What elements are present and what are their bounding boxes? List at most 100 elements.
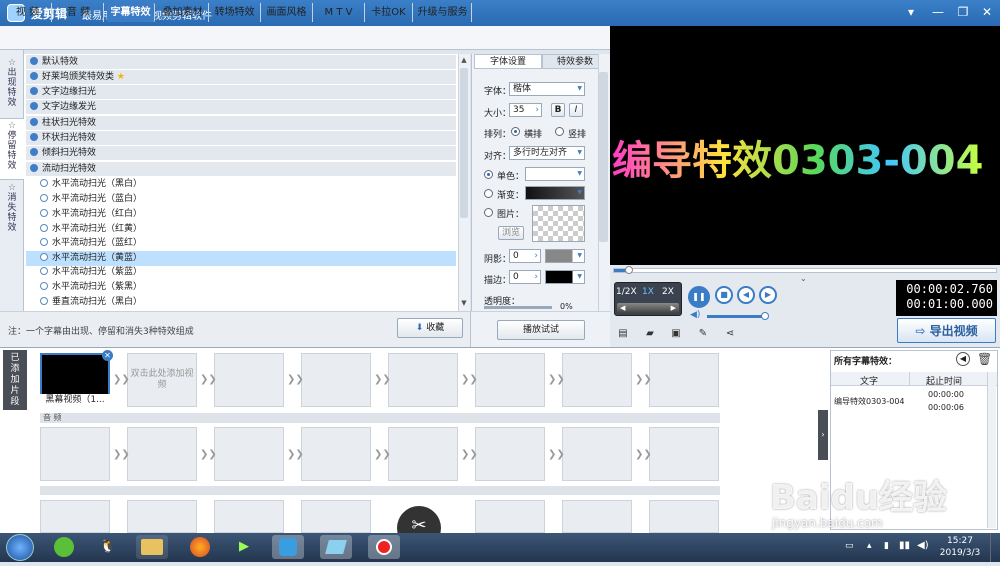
remove-clip-icon[interactable]: ✕: [102, 350, 113, 361]
font-select[interactable]: 楷体: [509, 82, 585, 96]
shadow-stepper[interactable]: 0 ›: [509, 249, 541, 263]
empty-track-slot[interactable]: [40, 500, 110, 533]
bold-button[interactable]: B: [551, 103, 565, 117]
volume-slider[interactable]: [707, 315, 765, 318]
jog-bar[interactable]: ◀ ▶: [617, 303, 679, 313]
firefox-icon[interactable]: [184, 535, 216, 559]
share-icon[interactable]: ⋖: [723, 328, 737, 340]
empty-audio-slot[interactable]: [301, 427, 371, 481]
italic-button[interactable]: I: [569, 103, 583, 117]
image-radio[interactable]: [484, 208, 493, 217]
gradient-radio[interactable]: [484, 189, 493, 198]
transition-arrow-icon[interactable]: ❯❯: [287, 449, 304, 460]
effect-category[interactable]: 好莱坞颁奖特效类 ★: [26, 70, 456, 85]
empty-track-slot[interactable]: [214, 500, 284, 533]
stroke-stepper[interactable]: 0 ›: [509, 270, 541, 284]
collapse-panel-button[interactable]: ›: [818, 410, 828, 460]
tab-overlay[interactable]: 叠加素材: [157, 3, 209, 22]
solid-color-picker[interactable]: [525, 167, 585, 181]
network-icon[interactable]: ▮▮: [899, 540, 910, 551]
aijianji-taskbar-icon[interactable]: [272, 535, 304, 559]
new-project-icon[interactable]: ▤: [616, 328, 630, 340]
subtitle-row-text[interactable]: 编导特效0303-004: [834, 396, 905, 407]
minimize-button[interactable]: —: [927, 3, 949, 21]
close-button[interactable]: ✕: [976, 3, 998, 21]
browse-button[interactable]: 浏览: [498, 226, 524, 240]
save-icon[interactable]: ▣: [669, 328, 683, 340]
speaker-icon[interactable]: ◀): [917, 540, 929, 551]
empty-audio-slot[interactable]: [40, 427, 110, 481]
transition-arrow-icon[interactable]: ❯❯: [635, 374, 652, 385]
effect-category[interactable]: 环状扫光特效: [26, 131, 456, 146]
stroke-color-picker[interactable]: [545, 270, 585, 284]
effect-item[interactable]: 水平流动扫光（红黄）: [26, 222, 456, 237]
empty-clip-slot[interactable]: [301, 353, 371, 407]
speed-2x-button[interactable]: 2X: [662, 287, 674, 297]
subtitle-list-scrollbar[interactable]: [987, 372, 996, 528]
open-folder-icon[interactable]: ▰: [643, 328, 657, 340]
media-player-icon[interactable]: ▶: [228, 535, 260, 559]
stop-button[interactable]: ■: [715, 286, 733, 304]
empty-audio-slot[interactable]: [214, 427, 284, 481]
shadow-color-picker[interactable]: [545, 249, 585, 263]
speed-half-button[interactable]: 1/2X: [616, 287, 637, 297]
transition-arrow-icon[interactable]: ❯❯: [113, 449, 130, 460]
added-clips-tab[interactable]: 已添加片段: [3, 350, 27, 410]
effect-category[interactable]: 文字边缘发光: [26, 100, 456, 115]
seek-bar[interactable]: [613, 268, 997, 273]
effect-category[interactable]: 柱状扫光特效: [26, 116, 456, 131]
edit-icon[interactable]: ✎: [696, 328, 710, 340]
show-desktop-button[interactable]: [990, 533, 1000, 562]
volume-icon[interactable]: ◀): [690, 310, 700, 320]
tab-video[interactable]: 视 频: [4, 3, 52, 22]
transition-arrow-icon[interactable]: ❯❯: [113, 374, 130, 385]
system-clock[interactable]: 15:27 2019/3/3: [935, 535, 985, 559]
start-button[interactable]: [6, 534, 34, 561]
tab-mtv[interactable]: M T V: [313, 3, 365, 22]
transition-arrow-icon[interactable]: ❯❯: [548, 449, 565, 460]
effect-category[interactable]: 倾斜扫光特效: [26, 146, 456, 161]
tab-stay-effects[interactable]: ☆ 停留特效: [0, 118, 24, 180]
tab-subtitle-effects[interactable]: 字幕特效: [107, 3, 155, 22]
speed-1x-button[interactable]: 1X: [642, 287, 654, 297]
export-video-button[interactable]: ⇨ 导出视频: [897, 318, 996, 343]
tab-transition[interactable]: 转场特效: [209, 3, 261, 22]
collect-button[interactable]: ⬇ 收藏: [397, 318, 463, 338]
empty-audio-slot[interactable]: [388, 427, 458, 481]
trash-icon[interactable]: 🗑: [977, 352, 992, 366]
app-window-icon[interactable]: [320, 535, 352, 559]
empty-clip-slot[interactable]: [475, 353, 545, 407]
qq-icon[interactable]: 🐧: [92, 535, 124, 559]
tab-audio[interactable]: 音 频: [54, 3, 104, 22]
empty-track-slot[interactable]: [127, 500, 197, 533]
maximize-button[interactable]: ❐: [952, 3, 974, 21]
transition-arrow-icon[interactable]: ❯❯: [461, 374, 478, 385]
size-stepper[interactable]: 35 ›: [509, 103, 542, 117]
seek-handle[interactable]: [625, 266, 633, 274]
transition-arrow-icon[interactable]: ❯❯: [287, 374, 304, 385]
scroll-down-icon[interactable]: ▼: [459, 299, 469, 309]
tab-font-settings[interactable]: 字体设置: [474, 54, 542, 69]
empty-track-slot[interactable]: [475, 500, 545, 533]
next-frame-button[interactable]: ▶: [759, 286, 777, 304]
empty-clip-slot[interactable]: [388, 353, 458, 407]
transition-arrow-icon[interactable]: ❯❯: [200, 449, 217, 460]
tab-upgrade[interactable]: 升级与服务: [414, 3, 472, 22]
play-try-button[interactable]: 播放试试: [497, 320, 585, 340]
effect-item[interactable]: 水平流动扫光（紫蓝）: [26, 265, 456, 280]
effect-item[interactable]: 水平流动扫光（蓝白）: [26, 192, 456, 207]
keyboard-icon[interactable]: ▭: [845, 541, 854, 551]
chevron-down-icon[interactable]: ⌄: [800, 274, 807, 283]
tray-expand-icon[interactable]: ▴: [867, 541, 872, 551]
tab-disappear-effects[interactable]: ☆ 消失特效: [0, 181, 24, 243]
undo-icon[interactable]: ◀: [956, 352, 970, 366]
image-preview[interactable]: [532, 205, 585, 242]
transition-arrow-icon[interactable]: ❯❯: [635, 449, 652, 460]
effect-item-selected[interactable]: 水平流动扫光（黄蓝）: [26, 251, 456, 266]
empty-audio-slot[interactable]: [127, 427, 197, 481]
effect-item[interactable]: 水平流动扫光（紫黑）: [26, 280, 456, 295]
file-explorer-icon[interactable]: [136, 535, 168, 559]
battery-icon[interactable]: ▮: [884, 541, 889, 551]
tab-appear-effects[interactable]: ☆ 出现特效: [0, 56, 24, 118]
transition-arrow-icon[interactable]: ❯❯: [374, 449, 391, 460]
